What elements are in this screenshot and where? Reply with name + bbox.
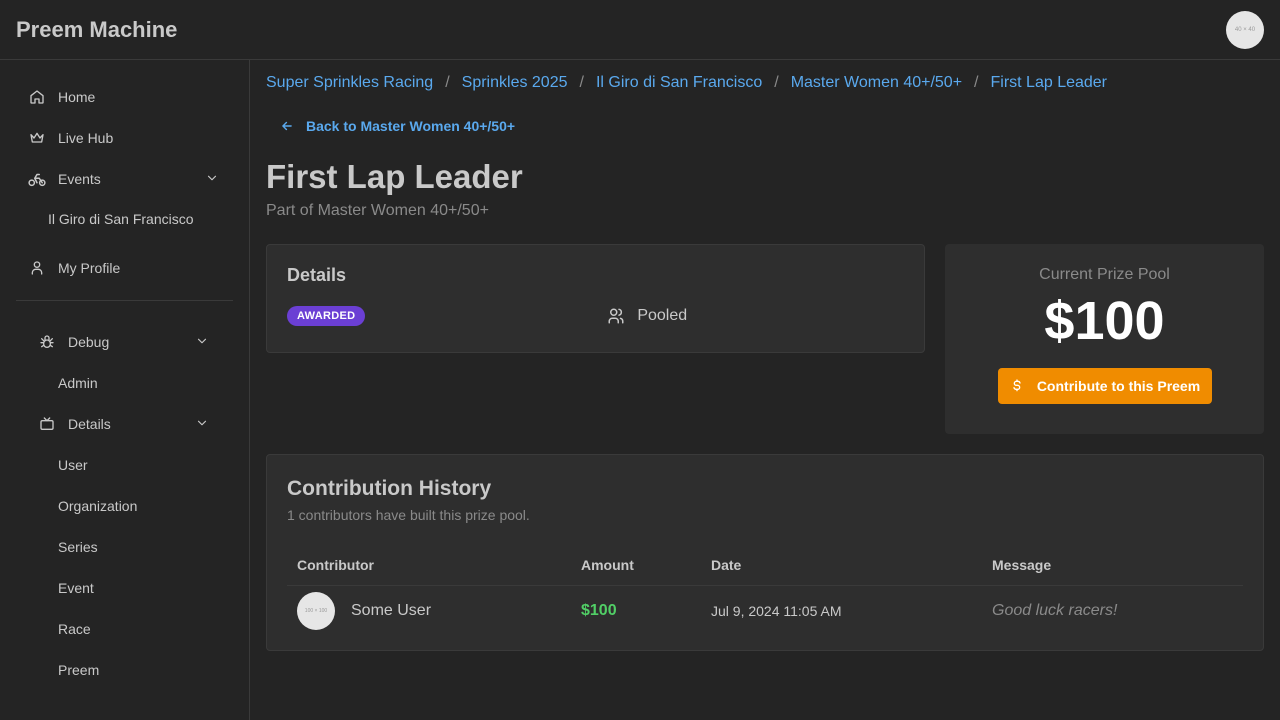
home-icon — [28, 88, 46, 106]
avatar-placeholder-text: 40 × 40 — [1234, 26, 1256, 33]
prize-type-label: Pooled — [637, 307, 688, 324]
contribution-amount: $100 — [581, 602, 617, 620]
breadcrumb-link[interactable]: Il Giro di San Francisco — [596, 74, 762, 92]
sidebar-divider — [16, 300, 233, 301]
chevron-down-icon — [195, 416, 209, 433]
page-subtitle: Part of Master Women 40+/50+ — [266, 202, 489, 219]
page-title: First Lap Leader — [266, 158, 523, 195]
sidebar-item-label: Debug — [68, 333, 110, 350]
sidebar-item-label: Live Hub — [58, 129, 114, 146]
sidebar-item-user[interactable]: User — [26, 444, 233, 485]
history-title: Contribution History — [287, 477, 492, 500]
details-title: Details — [287, 265, 347, 285]
sidebar-item-race[interactable]: Race — [26, 608, 233, 649]
sidebar-item-admin[interactable]: Admin — [26, 362, 233, 403]
breadcrumb-separator: / — [579, 74, 584, 91]
column-header-contributor: Contributor — [287, 545, 571, 586]
contributor-cell: 100 × 100 Some User — [287, 585, 571, 637]
back-link[interactable]: Back to Master Women 40+/50+ — [266, 106, 1264, 146]
breadcrumb-link[interactable]: Super Sprinkles Racing — [266, 74, 433, 92]
chevron-down-icon — [195, 334, 209, 351]
users-icon — [608, 308, 624, 324]
sidebar-item-live-hub[interactable]: Live Hub — [16, 117, 233, 158]
bug-icon — [38, 333, 56, 351]
chevron-down-icon — [205, 171, 219, 188]
contributor-avatar: 100 × 100 — [297, 592, 335, 631]
crown-icon — [28, 129, 46, 147]
sidebar-item-label: Events — [58, 170, 101, 187]
sidebar-item-label: Details — [68, 415, 111, 432]
breadcrumb-link[interactable]: Master Women 40+/50+ — [791, 74, 962, 92]
table-header-row: Contributor Amount Date Message — [287, 545, 1243, 586]
contribute-button-label: Contribute to this Preem — [1036, 378, 1201, 394]
sidebar-item-home[interactable]: Home — [16, 76, 233, 117]
breadcrumb-separator: / — [774, 74, 779, 91]
sidebar-item-il-giro[interactable]: Il Giro di San Francisco — [16, 199, 233, 239]
sidebar-item-event[interactable]: Event — [26, 567, 233, 608]
sidebar-item-details[interactable]: Details — [26, 403, 233, 444]
details-card: Details AWARDED Pooled — [266, 244, 925, 353]
summary-row: Details AWARDED Pooled Current Prize Poo… — [266, 244, 1264, 434]
dollar-icon — [1013, 379, 1021, 392]
breadcrumb-link[interactable]: Sprinkles 2025 — [462, 74, 568, 92]
user-avatar[interactable]: 40 × 40 — [1226, 10, 1264, 49]
breadcrumb-separator: / — [445, 74, 450, 91]
breadcrumb-link[interactable]: First Lap Leader — [991, 74, 1108, 92]
top-bar: Preem Machine 40 × 40 — [0, 0, 1280, 60]
tv-icon — [38, 415, 56, 433]
arrow-left-icon — [282, 121, 292, 131]
back-link-label: Back to Master Women 40+/50+ — [306, 118, 516, 134]
column-header-date: Date — [701, 545, 982, 586]
contribution-table: Contributor Amount Date Message 100 × 10… — [287, 545, 1243, 637]
breadcrumb-separator: / — [974, 74, 979, 91]
column-header-amount: Amount — [571, 545, 701, 586]
column-header-message: Message — [982, 545, 1243, 586]
details-row: AWARDED Pooled — [287, 306, 904, 326]
breadcrumb: Super Sprinkles Racing / Sprinkles 2025 … — [266, 60, 1264, 106]
prize-pool-card: Current Prize Pool $100 Contribute to th… — [945, 244, 1264, 434]
sidebar-item-label: My Profile — [58, 259, 121, 276]
sidebar-item-debug[interactable]: Debug — [26, 321, 233, 362]
history-subtitle: 1 contributors have built this prize poo… — [287, 507, 530, 523]
user-icon — [28, 259, 46, 277]
amount-cell: $100 — [571, 585, 701, 637]
sidebar-item-events[interactable]: Events — [16, 158, 233, 199]
avatar-placeholder-text: 100 × 100 — [304, 608, 328, 615]
status-badge: AWARDED — [287, 306, 366, 326]
prize-pool-amount: $100 — [1044, 291, 1165, 351]
main-content: Super Sprinkles Racing / Sprinkles 2025 … — [266, 60, 1264, 651]
sidebar-item-series[interactable]: Series — [26, 526, 233, 567]
message-cell: Good luck racers! — [982, 585, 1243, 637]
contribute-button[interactable]: Contribute to this Preem — [997, 368, 1212, 404]
contribution-message: Good luck racers! — [992, 602, 1118, 620]
contributor-name: Some User — [351, 602, 432, 620]
app-title[interactable]: Preem Machine — [16, 17, 177, 43]
bike-icon — [28, 170, 46, 188]
sidebar-item-preem[interactable]: Preem — [26, 649, 233, 690]
date-cell: Jul 9, 2024 11:05 AM — [711, 603, 842, 620]
prize-pool-label: Current Prize Pool — [1039, 266, 1170, 283]
sidebar-item-organization[interactable]: Organization — [26, 485, 233, 526]
table-row: 100 × 100 Some User $100 Jul 9, 2024 11:… — [287, 585, 1243, 637]
contribution-history-card: Contribution History 1 contributors have… — [266, 454, 1264, 651]
prize-type: Pooled — [607, 307, 687, 325]
sidebar-item-my-profile[interactable]: My Profile — [16, 247, 233, 288]
sidebar: Home Live Hub Events Il Giro di San Fran… — [0, 60, 250, 720]
sidebar-item-label: Home — [58, 88, 96, 105]
debug-group: Debug Admin Details User Organization Se… — [16, 321, 233, 690]
